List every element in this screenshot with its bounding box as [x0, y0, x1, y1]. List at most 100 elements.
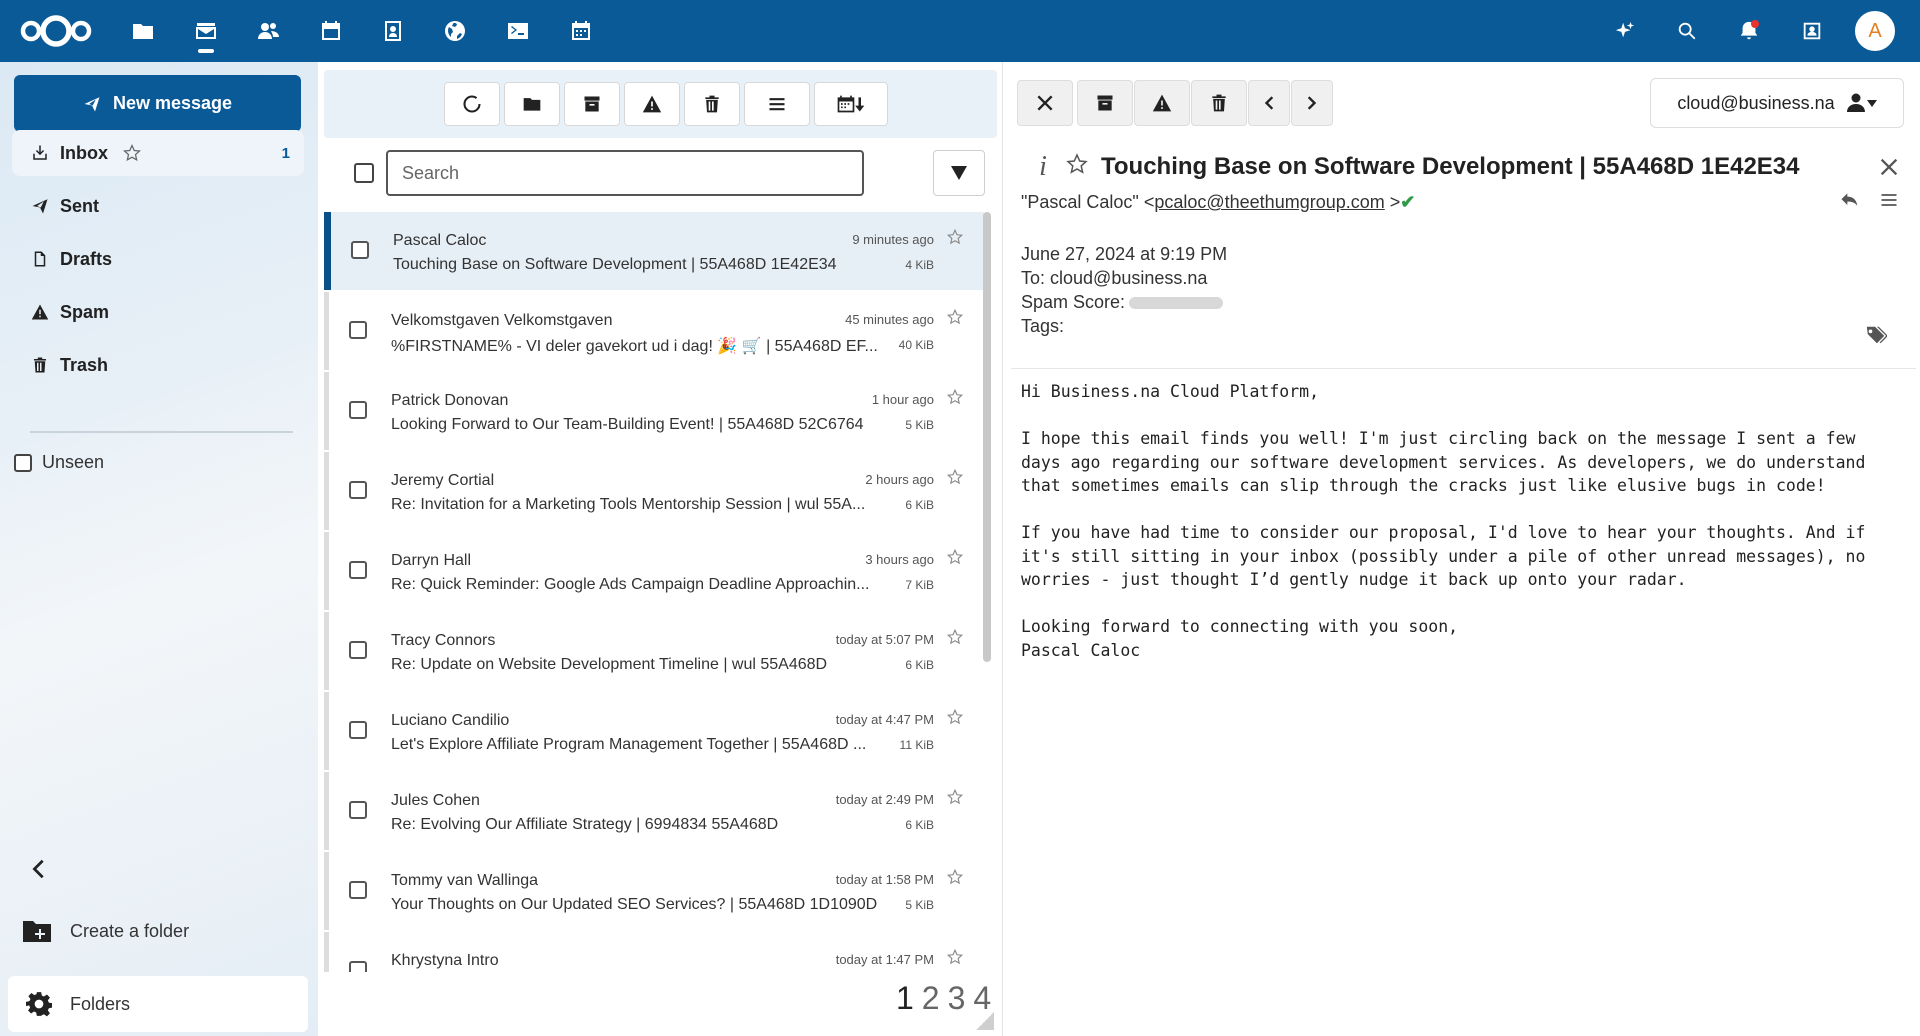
- message-checkbox[interactable]: [349, 321, 367, 339]
- message-sender: Tommy van Wallinga: [391, 872, 539, 889]
- message-time: today at 5:07 PM: [835, 632, 934, 647]
- message-sender: Patrick Donovan: [391, 392, 509, 409]
- message-row[interactable]: Darryn Hall Re: Quick Reminder: Google A…: [324, 532, 984, 610]
- message-row[interactable]: Pascal Caloc Touching Base on Software D…: [324, 212, 984, 290]
- tags-icon[interactable]: [1865, 324, 1889, 348]
- mail-app-icon[interactable]: [189, 14, 223, 48]
- info-icon[interactable]: i: [1033, 151, 1053, 182]
- sidebar-item-spam[interactable]: Spam: [12, 289, 304, 335]
- message-subject: Re: Quick Reminder: Google Ads Campaign …: [391, 576, 870, 593]
- message-reading-pane: cloud@business.na i Touching Base on Sof…: [1003, 62, 1920, 1036]
- sidebar-item-inbox[interactable]: Inbox 1: [12, 130, 304, 176]
- favorite-star-icon[interactable]: [1065, 152, 1089, 181]
- message-row[interactable]: Jules Cohen Re: Evolving Our Affiliate S…: [324, 772, 984, 850]
- favorite-star-icon[interactable]: [946, 628, 964, 646]
- close-reader-icon[interactable]: [1878, 156, 1902, 180]
- folders-settings-button[interactable]: Folders: [8, 976, 308, 1032]
- archive-button[interactable]: [564, 82, 620, 126]
- message-checkbox[interactable]: [349, 801, 367, 819]
- message-checkbox[interactable]: [349, 401, 367, 419]
- sort-by-date-button[interactable]: [814, 82, 888, 126]
- page-2-link[interactable]: 2: [922, 980, 940, 1017]
- message-size: 11 KiB: [899, 738, 934, 752]
- reply-button[interactable]: [1839, 190, 1863, 214]
- close-message-button[interactable]: [1017, 80, 1073, 126]
- nextcloud-logo[interactable]: [18, 12, 94, 50]
- message-time: 1 hour ago: [871, 392, 934, 407]
- collapse-sidebar-button[interactable]: [22, 852, 56, 886]
- globe-app-icon[interactable]: [438, 14, 472, 48]
- message-checkbox[interactable]: [349, 961, 367, 972]
- message-checkbox[interactable]: [349, 561, 367, 579]
- page-3-link[interactable]: 3: [948, 980, 966, 1017]
- delete-message-button[interactable]: [1191, 80, 1247, 126]
- message-row[interactable]: Patrick Donovan Looking Forward to Our T…: [324, 372, 984, 450]
- sidebar-item-drafts[interactable]: Drafts: [12, 236, 304, 282]
- new-message-button[interactable]: New message: [14, 75, 301, 132]
- notifications-bell-icon[interactable]: [1732, 14, 1766, 48]
- message-checkbox[interactable]: [349, 881, 367, 899]
- archive-message-button[interactable]: [1077, 80, 1133, 126]
- terminal-app-icon[interactable]: [501, 14, 535, 48]
- message-subject-title: Touching Base on Software Development | …: [1101, 152, 1800, 180]
- calendar-app-icon[interactable]: [314, 14, 348, 48]
- next-message-button[interactable]: [1291, 80, 1333, 126]
- favorite-star-icon[interactable]: [946, 868, 964, 886]
- message-checkbox[interactable]: [349, 721, 367, 739]
- contacts-card-app-icon[interactable]: [376, 14, 410, 48]
- calendar-sort-down-icon: [837, 95, 865, 113]
- message-row[interactable]: Khrystyna Intro today at 1:47 PM: [324, 932, 984, 972]
- unseen-filter-toggle[interactable]: Unseen: [14, 452, 104, 473]
- calendar-grid-app-icon[interactable]: [564, 14, 598, 48]
- warning-icon: [30, 302, 50, 322]
- search-icon[interactable]: [1670, 14, 1704, 48]
- message-checkbox[interactable]: [349, 481, 367, 499]
- message-row[interactable]: Tracy Connors Re: Update on Website Deve…: [324, 612, 984, 690]
- favorite-star-icon[interactable]: [946, 948, 964, 966]
- trash-icon: [705, 95, 719, 113]
- files-app-icon[interactable]: [126, 14, 160, 48]
- assistant-sparkle-icon[interactable]: [1608, 14, 1642, 48]
- unseen-checkbox[interactable]: [14, 453, 32, 472]
- contacts-app-icon[interactable]: [252, 14, 286, 48]
- favorite-star-icon[interactable]: [946, 788, 964, 806]
- chevron-right-icon: [1307, 96, 1317, 110]
- sidebar-item-label: Trash: [60, 354, 109, 375]
- resize-grip[interactable]: [976, 1012, 994, 1030]
- message-checkbox[interactable]: [349, 641, 367, 659]
- message-more-menu-button[interactable]: [1879, 190, 1903, 214]
- sender-email-link[interactable]: pcaloc@theethumgroup.com: [1154, 192, 1384, 212]
- mark-spam-button[interactable]: [624, 82, 680, 126]
- sidebar-item-trash[interactable]: Trash: [12, 342, 304, 388]
- message-row[interactable]: Tommy van Wallinga Your Thoughts on Our …: [324, 852, 984, 930]
- delete-button[interactable]: [684, 82, 740, 126]
- create-folder-button[interactable]: Create a folder: [22, 918, 189, 944]
- user-avatar[interactable]: A: [1855, 11, 1895, 51]
- favorite-star-icon[interactable]: [946, 548, 964, 566]
- page-1-link[interactable]: 1: [896, 980, 914, 1017]
- favorite-star-icon[interactable]: [946, 388, 964, 406]
- select-all-checkbox[interactable]: [354, 163, 374, 183]
- chevron-left-icon: [1264, 96, 1274, 110]
- message-size: 6 KiB: [905, 498, 934, 512]
- refresh-button[interactable]: [444, 82, 500, 126]
- message-checkbox[interactable]: [351, 241, 369, 259]
- favorite-star-icon[interactable]: [946, 228, 964, 246]
- account-selector[interactable]: cloud@business.na: [1650, 78, 1904, 128]
- sidebar-item-sent[interactable]: Sent: [12, 183, 304, 229]
- previous-message-button[interactable]: [1248, 80, 1290, 126]
- message-list-scrollbar[interactable]: [983, 212, 991, 662]
- more-actions-button[interactable]: [744, 82, 810, 126]
- filter-dropdown-button[interactable]: [933, 150, 985, 196]
- favorite-star-icon[interactable]: [946, 468, 964, 486]
- favorite-star-icon[interactable]: [122, 143, 142, 163]
- move-to-folder-button[interactable]: [504, 82, 560, 126]
- message-row[interactable]: Velkomstgaven Velkomstgaven %FIRSTNAME% …: [324, 292, 984, 370]
- favorite-star-icon[interactable]: [946, 708, 964, 726]
- favorite-star-icon[interactable]: [946, 308, 964, 326]
- message-row[interactable]: Jeremy Cortial Re: Invitation for a Mark…: [324, 452, 984, 530]
- spam-message-button[interactable]: [1134, 80, 1190, 126]
- message-row[interactable]: Luciano Candilio Let's Explore Affiliate…: [324, 692, 984, 770]
- search-input[interactable]: [386, 150, 864, 196]
- contacts-menu-icon[interactable]: [1795, 14, 1829, 48]
